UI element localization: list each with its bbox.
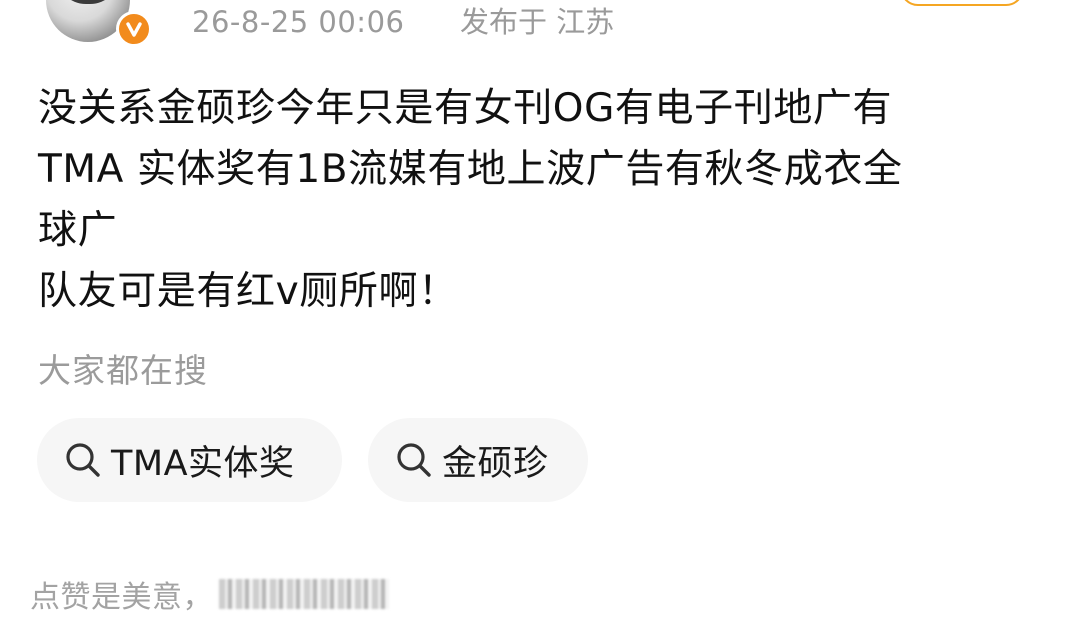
post-location: 发布于 江苏	[460, 5, 615, 39]
search-chip-label: 金硕珍	[442, 443, 549, 484]
trending-search-heading: 大家都在搜	[38, 351, 208, 390]
follow-button[interactable]	[900, 0, 1024, 6]
blurred-text	[219, 579, 389, 609]
search-icon	[66, 443, 100, 477]
footer-hint: 点赞是美意，	[30, 574, 389, 615]
footer-text: 点赞是美意，	[30, 580, 213, 615]
post-text-line: 没关系金硕珍今年只是有女刊OG有电子刊地广有	[38, 86, 893, 131]
search-chip-label: TMA实体奖	[111, 443, 295, 484]
avatar-image	[56, 0, 120, 4]
search-icon	[397, 443, 431, 477]
search-chip-tma[interactable]: TMA实体奖	[37, 418, 342, 502]
post-header: 26-8-25 00:06 发布于 江苏	[0, 0, 1080, 55]
post-text-line: TMA 实体奖有1B流媒有地上波广告有秋冬成衣全	[38, 147, 903, 192]
post-timestamp: 26-8-25 00:06	[192, 5, 405, 39]
post-text-line: 球广	[38, 208, 118, 253]
post-content: 没关系金硕珍今年只是有女刊OG有电子刊地广有 TMA 实体奖有1B流媒有地上波广…	[38, 78, 1058, 322]
search-chip-jin[interactable]: 金硕珍	[368, 418, 588, 502]
post-text-line: 队友可是有红v厕所啊！	[38, 269, 458, 314]
verified-badge-icon	[116, 11, 152, 47]
v-mark-icon	[126, 22, 142, 37]
